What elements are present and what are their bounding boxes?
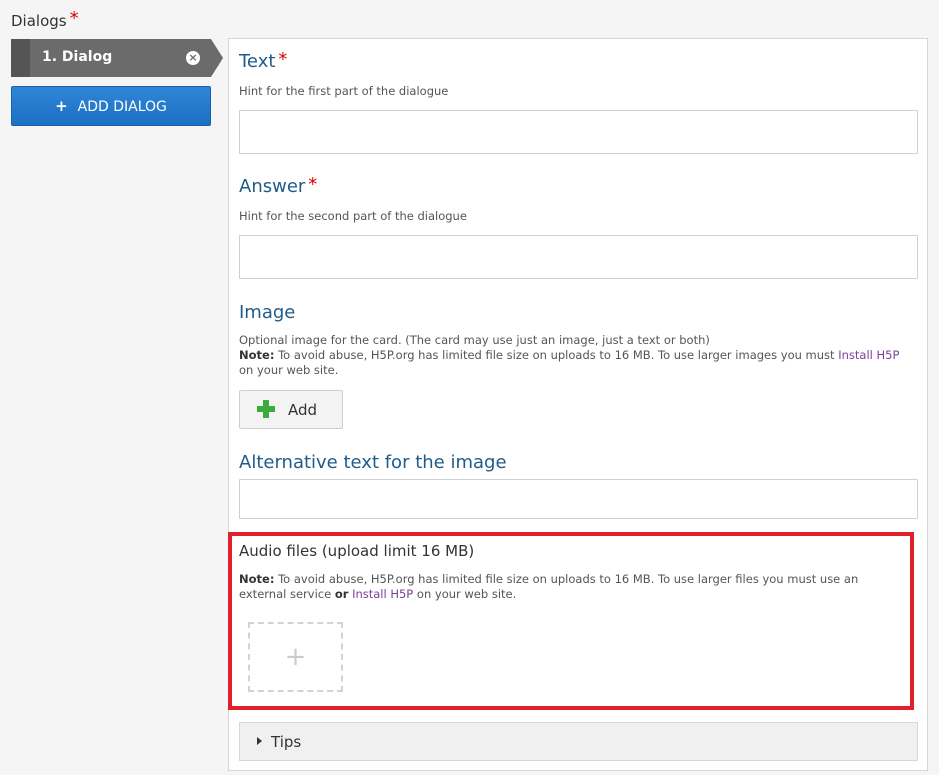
install-h5p-link[interactable]: Install H5P — [838, 348, 899, 362]
caret-right-icon — [257, 737, 262, 745]
text-hint: Hint for the first part of the dialogue — [239, 84, 449, 98]
tips-label: Tips — [271, 733, 302, 751]
answer-label: Answer — [239, 176, 306, 197]
text-field-label: Text * — [239, 49, 288, 72]
close-icon[interactable]: × — [186, 51, 200, 65]
add-audio-button[interactable]: + — [248, 622, 343, 692]
add-dialog-button[interactable]: + ADD DIALOG — [11, 86, 211, 126]
add-image-label: Add — [288, 401, 318, 419]
note-prefix: Note: — [239, 572, 275, 586]
audio-note: Note: To avoid abuse, H5P.org has limite… — [239, 572, 899, 602]
plus-icon — [257, 400, 275, 418]
image-hint-text: Optional image for the card. (The card m… — [239, 333, 710, 347]
note-suffix: on your web site. — [239, 363, 339, 377]
answer-hint: Hint for the second part of the dialogue — [239, 209, 467, 223]
note-text: To avoid abuse, H5P.org has limited file… — [239, 572, 859, 601]
required-mark: * — [278, 49, 288, 70]
text-label: Text — [239, 51, 276, 72]
audio-files-label: Audio files (upload limit 16 MB) — [239, 542, 475, 560]
drag-handle[interactable] — [11, 39, 30, 77]
plus-icon: + — [55, 97, 68, 115]
image-field-label: Image — [239, 302, 296, 323]
alt-text-label: Alternative text for the image — [239, 452, 507, 473]
dialog-item-label: 1. Dialog — [42, 49, 113, 65]
dialog-list-item[interactable]: 1. Dialog × — [11, 39, 211, 77]
image-note: Note: To avoid abuse, H5P.org has limite… — [239, 348, 909, 378]
required-mark: * — [69, 8, 79, 29]
dialogs-title: Dialogs — [11, 12, 67, 30]
text-input[interactable] — [239, 110, 918, 154]
alt-text-input[interactable] — [239, 479, 918, 519]
answer-field-label: Answer * — [239, 174, 318, 197]
active-arrow — [211, 39, 223, 77]
add-dialog-label: ADD DIALOG — [77, 99, 167, 115]
note-text: To avoid abuse, H5P.org has limited file… — [274, 348, 839, 362]
plus-icon: + — [284, 642, 307, 672]
image-hint: Optional image for the card. (The card m… — [239, 333, 909, 378]
note-or: or — [334, 587, 349, 601]
note-prefix: Note: — [239, 348, 275, 362]
install-h5p-link[interactable]: Install H5P — [352, 587, 413, 601]
required-mark: * — [308, 174, 318, 195]
answer-input[interactable] — [239, 235, 918, 279]
tips-toggle[interactable]: Tips — [239, 722, 918, 761]
add-image-button[interactable]: Add — [239, 390, 343, 429]
dialogs-heading: Dialogs * — [11, 8, 79, 31]
note-suffix: on your web site. — [413, 587, 517, 601]
